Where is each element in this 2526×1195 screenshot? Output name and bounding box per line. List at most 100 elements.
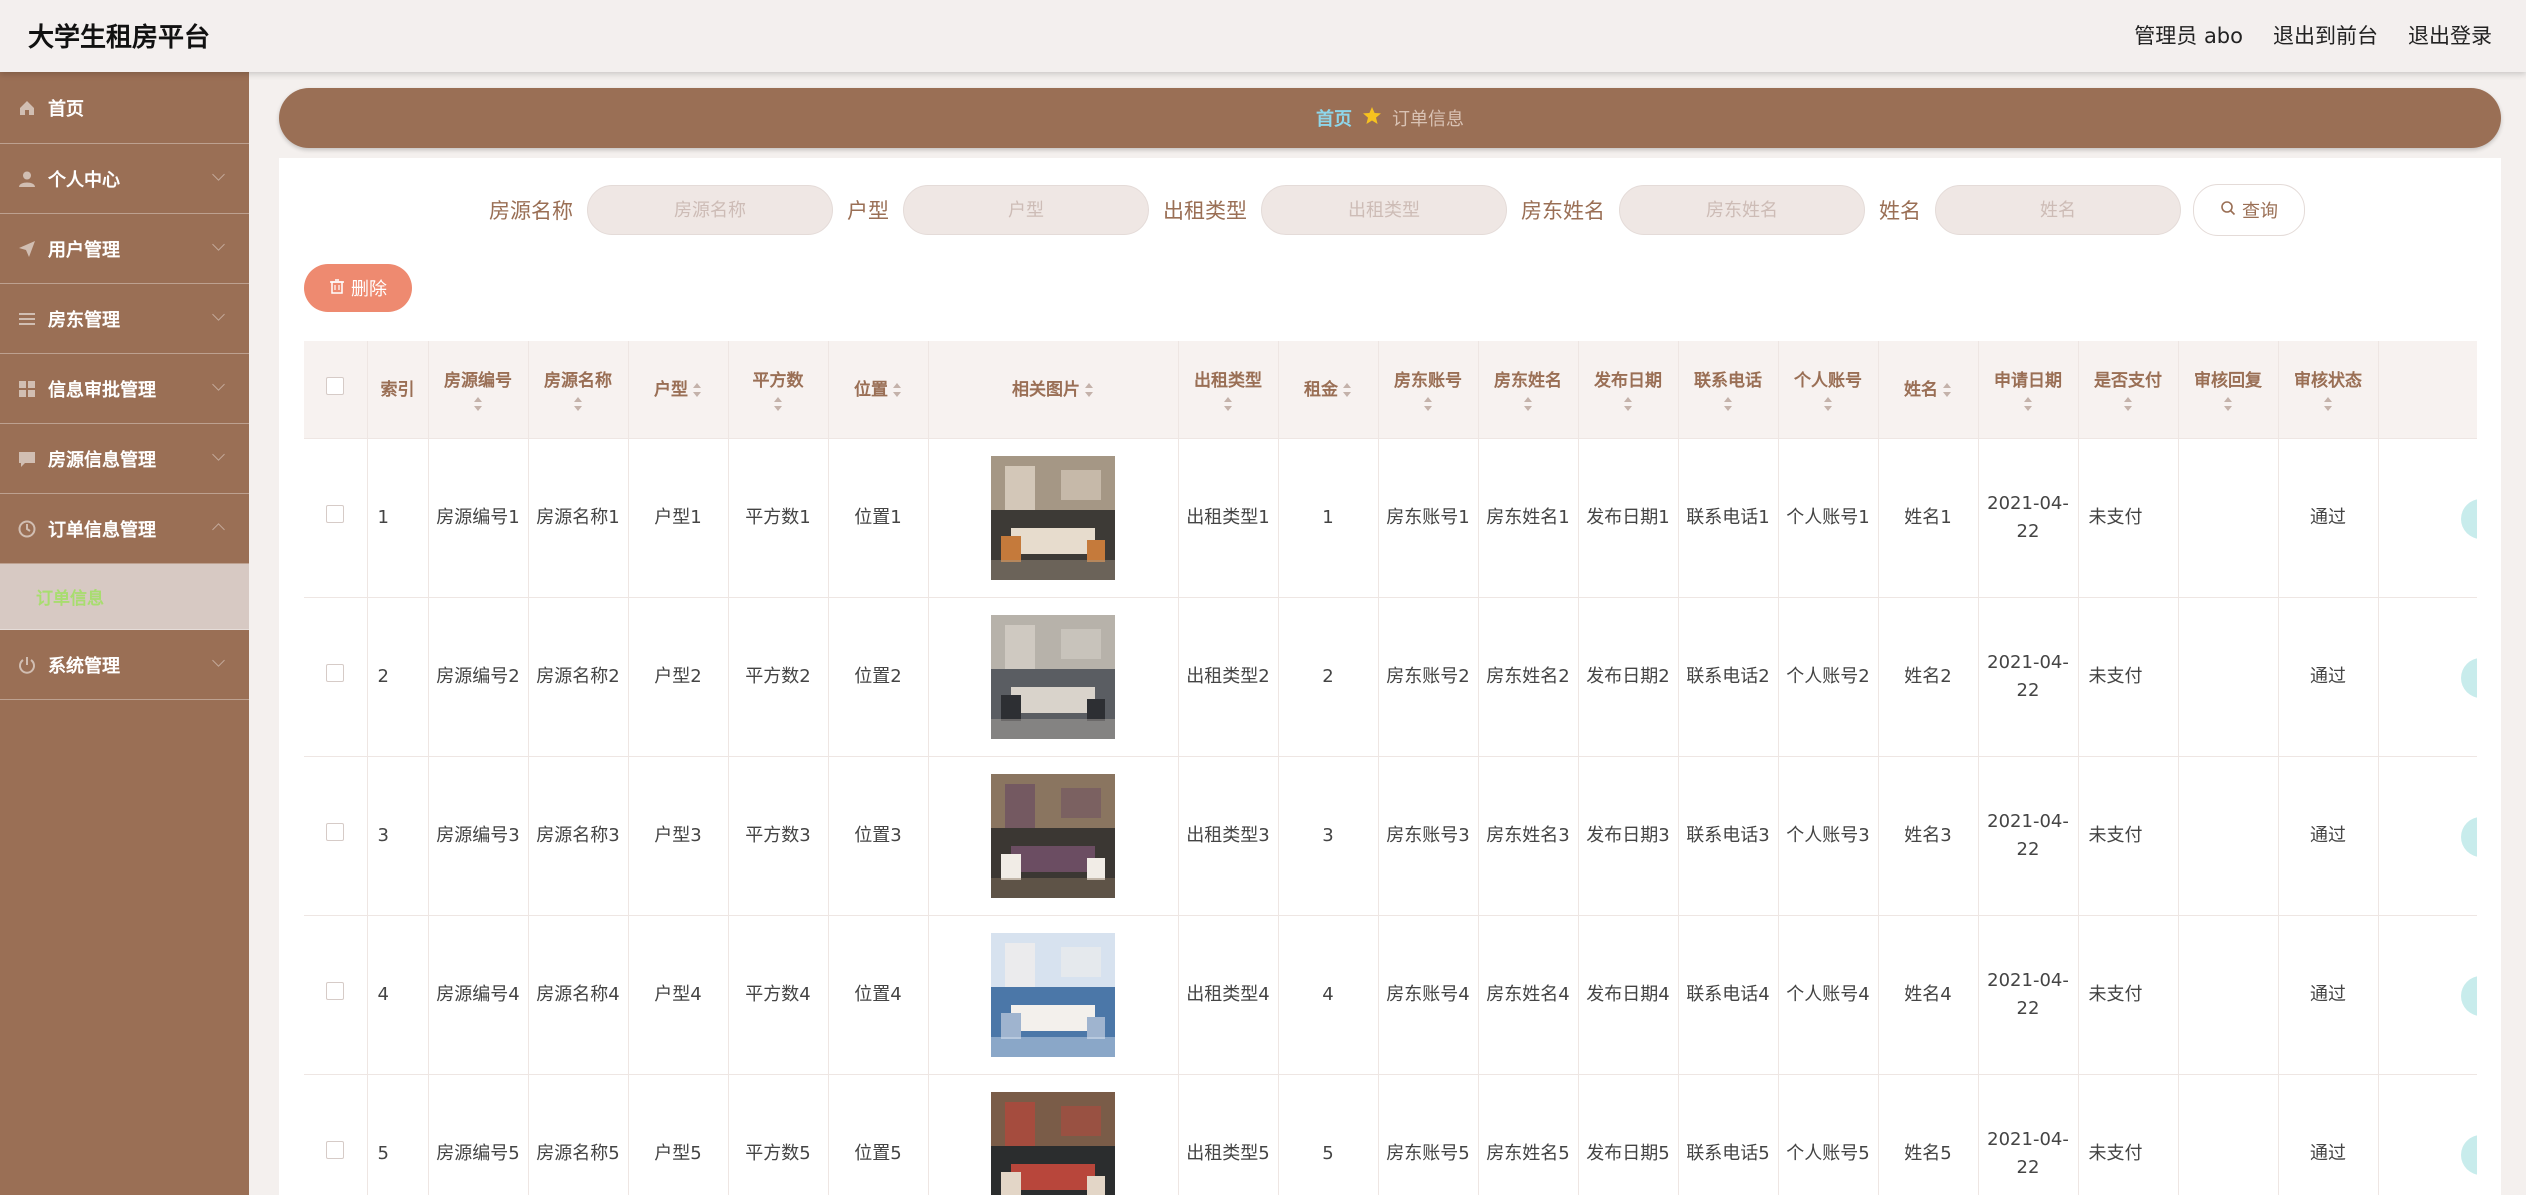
column-header[interactable]: 房源编号 xyxy=(428,341,529,439)
row-action-button[interactable] xyxy=(2460,658,2476,698)
row-checkbox[interactable] xyxy=(326,1141,345,1159)
column-header[interactable]: 房东账号 xyxy=(1378,341,1479,439)
table-row: 1 房源编号1 房源名称1 户型1 平方数1 位置1 出租类型1 1 房东账号1 房东姓名1 发布日… xyxy=(304,438,2477,598)
column-header[interactable]: 位置 xyxy=(828,341,929,439)
sort-icon[interactable] xyxy=(773,396,783,411)
status-cell: 通过 xyxy=(2278,1074,2379,1195)
sort-icon[interactable] xyxy=(1623,396,1633,411)
main-panel: 房源名称 户型 出租类型 房东姓名 姓名 查询 删除 索引 房源编号 xyxy=(279,158,2501,1195)
sidebar-item-home[interactable]: 首页 xyxy=(0,72,249,144)
admin-user-label[interactable]: 管理员 abo xyxy=(2134,20,2243,50)
sort-icon[interactable] xyxy=(2323,396,2333,411)
house-name-input[interactable] xyxy=(587,185,833,235)
search-icon xyxy=(2220,200,2236,221)
sort-icon[interactable] xyxy=(1423,396,1433,411)
sidebar-item-user-management[interactable]: 用户管理 xyxy=(0,214,249,284)
column-header[interactable]: 联系电话 xyxy=(1678,341,1779,439)
phone-cell: 联系电话4 xyxy=(1678,915,1779,1075)
rent-type-cell: 出租类型5 xyxy=(1178,1074,1279,1195)
rent-cell: 2 xyxy=(1278,597,1379,757)
sort-icon[interactable] xyxy=(573,396,583,411)
sidebar-item-system-management[interactable]: 系统管理 xyxy=(0,630,249,700)
sort-icon[interactable] xyxy=(1342,382,1352,397)
name-input[interactable] xyxy=(1935,185,2181,235)
sort-icon[interactable] xyxy=(1223,396,1233,411)
chevron-up-icon xyxy=(212,523,225,536)
publish-date-cell: 发布日期2 xyxy=(1578,597,1679,757)
search-button[interactable]: 查询 xyxy=(2193,184,2305,236)
publish-date-cell: 发布日期5 xyxy=(1578,1074,1679,1195)
breadcrumb-home[interactable]: 首页 xyxy=(1316,105,1352,131)
sidebar-item-personal-center[interactable]: 个人中心 xyxy=(0,144,249,214)
column-header[interactable]: 审核回复 xyxy=(2178,341,2279,439)
rent-cell: 1 xyxy=(1278,438,1379,598)
room-photo-image[interactable] xyxy=(991,1092,1115,1195)
logout-link[interactable]: 退出登录 xyxy=(2408,20,2492,50)
row-action-button[interactable] xyxy=(2460,976,2476,1016)
layout-input[interactable] xyxy=(903,185,1149,235)
sort-icon[interactable] xyxy=(1723,396,1733,411)
landlord-account-cell: 房东账号2 xyxy=(1378,597,1479,757)
back-to-frontend-link[interactable]: 退出到前台 xyxy=(2273,20,2378,50)
sidebar-item-approval-management[interactable]: 信息审批管理 xyxy=(0,354,249,424)
column-header[interactable]: 是否支付 xyxy=(2078,341,2179,439)
name-cell: 姓名4 xyxy=(1878,915,1979,1075)
chevron-down-icon xyxy=(212,448,225,461)
sort-icon[interactable] xyxy=(1823,396,1833,411)
personal-account-cell: 个人账号4 xyxy=(1778,915,1879,1075)
search-button-label: 查询 xyxy=(2242,201,2278,222)
row-action-button[interactable] xyxy=(2460,499,2476,539)
select-all-checkbox[interactable] xyxy=(326,377,345,395)
sort-icon[interactable] xyxy=(2023,396,2033,411)
row-action-button[interactable] xyxy=(2460,817,2476,857)
sort-icon[interactable] xyxy=(1084,382,1094,397)
row-action-button[interactable] xyxy=(2460,1135,2476,1175)
house-name-cell: 房源名称5 xyxy=(528,1074,629,1195)
room-photo-image[interactable] xyxy=(991,933,1115,1057)
status-cell: 通过 xyxy=(2278,438,2379,598)
row-checkbox[interactable] xyxy=(326,982,345,1000)
paid-cell: 未支付 xyxy=(2078,915,2179,1075)
house-no-cell: 房源编号1 xyxy=(428,438,529,598)
sidebar-item-house-management[interactable]: 房源信息管理 xyxy=(0,424,249,494)
reply-cell xyxy=(2178,915,2279,1075)
column-header[interactable]: 相关图片 xyxy=(928,341,1179,439)
room-photo-image[interactable] xyxy=(991,456,1115,580)
chevron-down-icon xyxy=(212,654,225,667)
delete-button[interactable]: 删除 xyxy=(304,264,412,312)
table-header-row: 索引 房源编号 房源名称 户型 平方数 位置 相关图片 出租类型 租金 房东账号… xyxy=(304,341,2477,439)
column-header[interactable]: 申请日期 xyxy=(1978,341,2079,439)
column-header[interactable]: 发布日期 xyxy=(1578,341,1679,439)
column-header[interactable]: 个人账号 xyxy=(1778,341,1879,439)
room-photo-image[interactable] xyxy=(991,615,1115,739)
sort-icon[interactable] xyxy=(2223,396,2233,411)
landlord-name-input[interactable] xyxy=(1619,185,1865,235)
sort-icon[interactable] xyxy=(1942,382,1952,397)
column-header[interactable]: 房东姓名 xyxy=(1478,341,1579,439)
column-header[interactable]: 平方数 xyxy=(728,341,829,439)
apply-date-cell: 2021-04-22 xyxy=(1978,915,2079,1075)
sort-icon[interactable] xyxy=(892,382,902,397)
room-photo-image[interactable] xyxy=(991,774,1115,898)
column-header[interactable]: 房源名称 xyxy=(528,341,629,439)
sidebar-item-landlord-management[interactable]: 房东管理 xyxy=(0,284,249,354)
list-icon xyxy=(16,308,38,330)
sort-icon[interactable] xyxy=(2123,396,2133,411)
sidebar-item-order-management[interactable]: 订单信息管理 xyxy=(0,494,249,564)
sort-icon[interactable] xyxy=(1523,396,1533,411)
column-header[interactable]: 户型 xyxy=(628,341,729,439)
column-header[interactable]: 租金 xyxy=(1278,341,1379,439)
name-cell: 姓名1 xyxy=(1878,438,1979,598)
column-header[interactable]: 姓名 xyxy=(1878,341,1979,439)
location-cell: 位置4 xyxy=(828,915,929,1075)
column-header[interactable]: 出租类型 xyxy=(1178,341,1279,439)
rent-type-input[interactable] xyxy=(1261,185,1507,235)
row-checkbox[interactable] xyxy=(326,505,345,523)
sort-icon[interactable] xyxy=(692,382,702,397)
sort-icon[interactable] xyxy=(473,396,483,411)
row-checkbox[interactable] xyxy=(326,664,345,682)
column-header[interactable]: 审核状态 xyxy=(2278,341,2379,439)
row-checkbox[interactable] xyxy=(326,823,345,841)
sidebar-subitem-orders[interactable]: 订单信息 xyxy=(0,564,249,630)
status-cell: 通过 xyxy=(2278,597,2379,757)
